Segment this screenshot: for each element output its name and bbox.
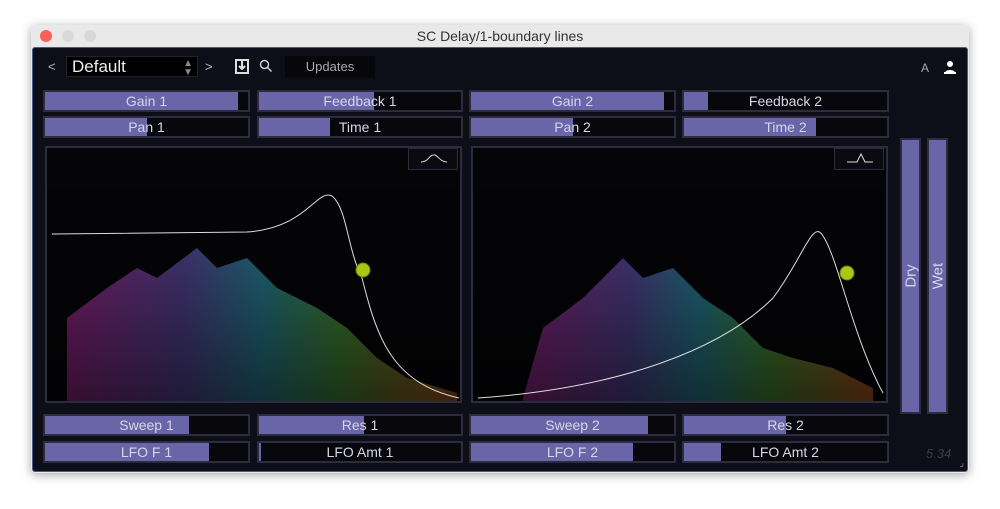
slider-sweep-1[interactable]: Sweep 1: [43, 414, 250, 436]
slider-sweep-2[interactable]: Sweep 2: [469, 414, 676, 436]
filter-type-button-2[interactable]: [834, 148, 884, 170]
wet-slider[interactable]: Wet: [927, 138, 948, 414]
filter-graph-2[interactable]: [471, 146, 888, 403]
preset-select[interactable]: Default ▲ ▼: [66, 56, 198, 78]
spectrum-display-2: [473, 148, 886, 401]
next-preset-button[interactable]: >: [205, 59, 213, 74]
slider-lfo-amt-1[interactable]: LFO Amt 1: [257, 441, 463, 463]
window-title: SC Delay/1-boundary lines: [416, 28, 584, 44]
slider-res-2[interactable]: Res 2: [682, 414, 889, 436]
slider-label: Pan 2: [554, 119, 591, 135]
slider-lfo-f-2[interactable]: LFO F 2: [469, 441, 676, 463]
slider-time-2[interactable]: Time 2: [682, 116, 889, 138]
search-icon[interactable]: [259, 59, 273, 73]
plugin-window: SC Delay/1-boundary lines < Default ▲ ▼ >…: [31, 25, 969, 473]
dry-label: Dry: [902, 264, 919, 288]
a-button[interactable]: A: [921, 61, 929, 75]
slider-label: Gain 1: [125, 93, 168, 109]
slider-label: Time 1: [338, 119, 382, 135]
slider-res-1[interactable]: Res 1: [257, 414, 463, 436]
slider-label: Pan 1: [128, 119, 165, 135]
plugin-body: < Default ▲ ▼ > Updates A Gain 1 Feedback …: [32, 47, 968, 472]
slider-label: LFO F 1: [120, 444, 173, 460]
wet-label: Wet: [929, 262, 946, 290]
minimize-button[interactable]: [62, 30, 74, 42]
filter-graph-1[interactable]: [45, 146, 462, 403]
slider-label: LFO F 2: [546, 444, 599, 460]
prev-preset-button[interactable]: <: [48, 59, 56, 74]
slider-label: Feedback 2: [748, 93, 823, 109]
filter-handle-2[interactable]: [839, 265, 855, 281]
lowpass-icon: [420, 154, 448, 163]
spectrum-display-1: [47, 148, 460, 401]
slider-label: Feedback 1: [323, 93, 397, 109]
slider-gain-2[interactable]: Gain 2: [469, 90, 676, 112]
version-label: 5.34: [926, 446, 952, 461]
resize-handle[interactable]: ⌟: [959, 458, 964, 469]
slider-gain-1[interactable]: Gain 1: [43, 90, 250, 112]
zoom-button[interactable]: [84, 30, 96, 42]
close-button[interactable]: [40, 30, 52, 42]
filter-handle-1[interactable]: [355, 262, 371, 278]
user-icon[interactable]: [944, 60, 956, 74]
slider-pan-1[interactable]: Pan 1: [43, 116, 250, 138]
slider-label: LFO Amt 1: [326, 444, 394, 460]
slider-time-1[interactable]: Time 1: [257, 116, 463, 138]
preset-name: Default: [72, 57, 126, 76]
dry-slider[interactable]: Dry: [900, 138, 921, 414]
slider-lfo-f-1[interactable]: LFO F 1: [43, 441, 250, 463]
slider-label: Res 2: [767, 417, 804, 433]
slider-pan-2[interactable]: Pan 2: [469, 116, 676, 138]
updates-button[interactable]: Updates: [285, 56, 375, 78]
slider-label: Time 2: [764, 119, 807, 135]
stepper-icon: ▲ ▼: [183, 58, 193, 78]
slider-lfo-amt-2[interactable]: LFO Amt 2: [682, 441, 889, 463]
slider-label: Gain 2: [551, 93, 594, 109]
slider-label: Sweep 2: [545, 417, 600, 433]
slider-label: Sweep 1: [119, 417, 174, 433]
save-icon[interactable]: [235, 59, 249, 74]
slider-label: LFO Amt 2: [752, 444, 819, 460]
slider-feedback-2[interactable]: Feedback 2: [682, 90, 889, 112]
bandpass-icon: [847, 152, 873, 163]
slider-feedback-1[interactable]: Feedback 1: [257, 90, 463, 112]
filter-type-button-1[interactable]: [408, 148, 458, 170]
slider-label: Res 1: [341, 417, 379, 433]
title-bar: SC Delay/1-boundary lines: [31, 25, 969, 47]
